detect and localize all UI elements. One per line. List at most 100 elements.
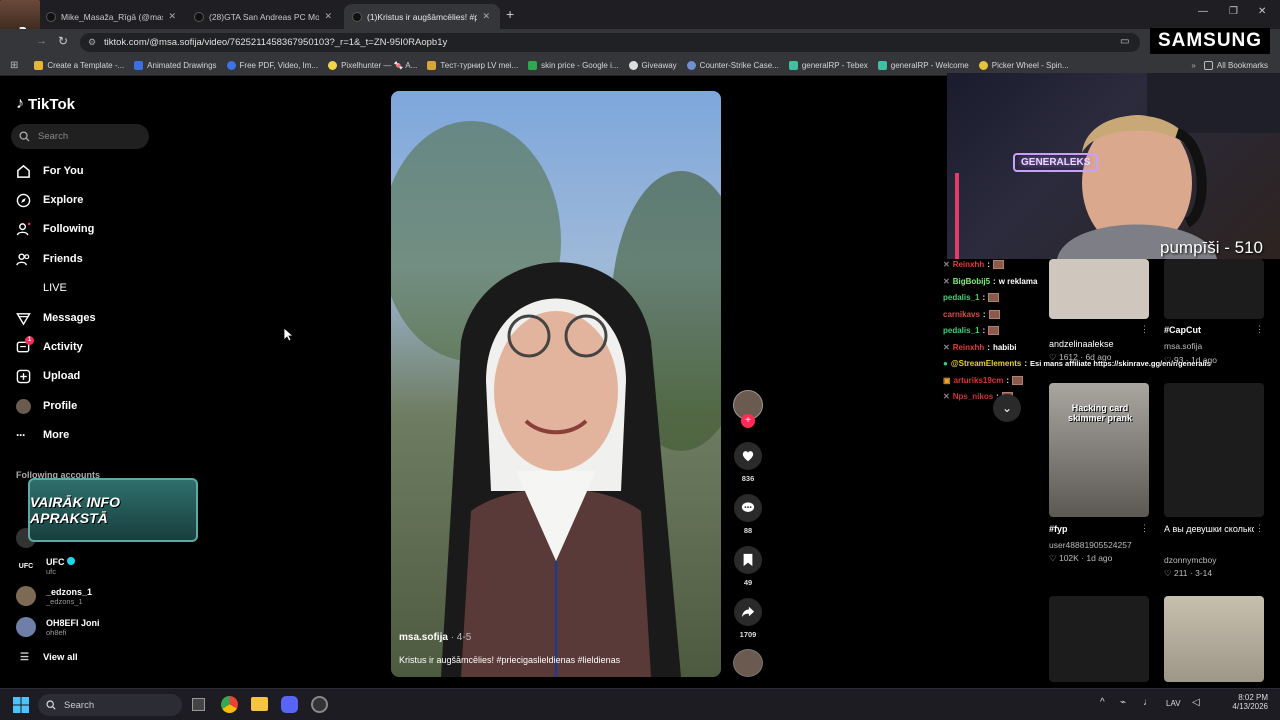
taskbar-search[interactable]: Search (38, 694, 182, 716)
video-caption[interactable]: #fyp (1049, 524, 1139, 534)
video-author[interactable]: user48881905524257 (1049, 540, 1132, 550)
apps-grid-icon[interactable]: ⊞ (10, 60, 18, 71)
bookmark-item[interactable]: generalRP - Welcome (877, 61, 969, 70)
discord-icon[interactable] (281, 696, 298, 713)
all-bookmarks-button[interactable]: All Bookmarks (1203, 61, 1268, 70)
minimize-icon[interactable]: — (1198, 6, 1208, 17)
video-frame-image (391, 121, 721, 677)
comment-icon (741, 502, 755, 512)
save-button[interactable]: 49 (733, 546, 763, 587)
nav-more[interactable]: ··· More (16, 424, 69, 446)
tiktok-logo[interactable]: ♪ TikTok (16, 95, 75, 113)
stream-info-banner: VAIRĀK INFO APRAKSTĀ (28, 478, 198, 542)
more-dots-icon: ··· (16, 428, 26, 442)
share-button[interactable]: 1709 (733, 598, 763, 639)
browser-tab-active[interactable]: (1)Kristus ir augšāmcēlies! #pri ✕ (344, 4, 500, 29)
video-caption[interactable]: andzelinaalekse (1049, 339, 1149, 349)
new-tab-button[interactable]: + (506, 6, 514, 22)
more-options-icon[interactable]: ⋮ (1255, 523, 1264, 534)
search-icon (46, 700, 56, 710)
view-all-button[interactable]: ☰ View all (20, 652, 78, 663)
bookmark-item[interactable]: Create a Template -... (34, 61, 124, 70)
video-thumbnail[interactable] (1049, 596, 1149, 682)
video-stats: ♡ 93 · 1d ago (1164, 355, 1217, 365)
bookmark-item[interactable]: generalRP - Tebex (788, 61, 868, 70)
site-info-icon[interactable]: ⚙ (88, 33, 96, 52)
video-thumbnail[interactable] (1164, 259, 1264, 319)
like-count: 836 (741, 474, 755, 483)
browser-tab[interactable]: (28)GTA San Andreas PC Mods ✕ (186, 4, 342, 29)
close-window-icon[interactable]: ✕ (1258, 6, 1266, 17)
chat-message: ✕ Reinxhh: (943, 260, 1004, 269)
bookmark-item[interactable]: Pixelhunter — 🍬 A... (328, 61, 417, 70)
nav-upload[interactable]: Upload (16, 365, 80, 387)
bookmark-item[interactable]: Counter-Strike Case... (686, 61, 779, 70)
tray-overflow-icon[interactable]: ^ (1100, 697, 1105, 708)
account-name: OH8EFI Joni (46, 617, 100, 628)
video-thumbnail[interactable] (1049, 259, 1149, 319)
tab-close-icon[interactable]: ✕ (168, 11, 176, 22)
bookmark-item[interactable]: Тест-турнир LV mei... (427, 61, 518, 70)
bookmark-item[interactable]: Picker Wheel - Spin... (978, 61, 1069, 70)
bookmark-item[interactable]: Animated Drawings (134, 61, 217, 70)
video-author[interactable]: msa.sofija (1164, 341, 1202, 351)
video-caption[interactable]: А вы девушки сколько хотите,... (1164, 524, 1254, 534)
like-button[interactable]: 836 (733, 442, 763, 483)
tab-close-icon[interactable]: ✕ (482, 11, 490, 22)
cast-icon[interactable]: ▭ (1120, 36, 1129, 47)
bookmark-item[interactable]: Giveaway (628, 61, 677, 70)
browser-tab[interactable]: Mike_Masaža_Rīgā (@masazas_ ✕ (38, 4, 186, 29)
obs-icon[interactable] (311, 696, 328, 713)
video-author-line[interactable]: msa.sofija · 4-5 (399, 632, 471, 643)
chat-user: carnikavs (943, 310, 980, 319)
video-author[interactable]: msa.sofija (399, 632, 448, 643)
more-options-icon[interactable]: ⋮ (1140, 523, 1149, 534)
address-bar[interactable]: ⚙ tiktok.com/@msa.sofija/video/762521145… (80, 33, 1140, 52)
file-explorer-icon[interactable] (251, 697, 268, 711)
nav-friends[interactable]: Friends (16, 248, 83, 270)
network-icon[interactable]: ⌁ (1120, 697, 1126, 708)
speaker-icon[interactable]: ◁ (1192, 697, 1200, 708)
account-item[interactable]: UFC UFC ufc (16, 556, 76, 576)
bookmark-item[interactable]: skin price - Google i... (528, 61, 619, 70)
comment-button[interactable]: 88 (733, 494, 763, 535)
windows-start-icon[interactable] (13, 697, 29, 713)
view-all-label: View all (42, 652, 78, 663)
bookmark-label: Animated Drawings (147, 61, 217, 70)
nav-profile[interactable]: Profile (16, 395, 77, 417)
scroll-down-button[interactable]: ⌄ (993, 394, 1021, 422)
nav-following[interactable]: Following (16, 218, 94, 240)
bookmark-label: Counter-Strike Case... (699, 61, 779, 70)
tab-close-icon[interactable]: ✕ (324, 11, 332, 22)
maximize-icon[interactable]: ❐ (1229, 6, 1238, 17)
task-view-icon[interactable] (192, 698, 205, 711)
video-thumbnail[interactable] (1164, 596, 1264, 682)
nav-explore[interactable]: Explore (16, 189, 83, 211)
nav-live[interactable]: LIVE (16, 277, 67, 299)
video-caption[interactable]: #CapCut (1164, 325, 1264, 335)
music-disc-avatar[interactable] (733, 649, 763, 677)
nav-activity[interactable]: 1 Activity (16, 335, 83, 358)
microphone-icon[interactable]: ♩ (1143, 697, 1153, 708)
video-author[interactable]: dzonnymcboy (1164, 555, 1216, 565)
nav-for-you[interactable]: For You (16, 160, 84, 182)
bookmark-favicon-icon (328, 61, 338, 70)
bookmark-item[interactable]: Free PDF, Video, Im... (226, 61, 318, 70)
account-item[interactable]: OH8EFI Joni oh8efi (16, 617, 100, 637)
follow-plus-icon[interactable]: + (741, 414, 755, 428)
more-options-icon[interactable]: ⋮ (1140, 324, 1149, 335)
bookmarks-overflow-icon[interactable]: » (1191, 61, 1195, 70)
video-thumbnail[interactable] (1164, 383, 1264, 517)
nav-messages[interactable]: Messages (16, 307, 96, 329)
language-indicator[interactable]: LAV (1166, 699, 1181, 708)
account-item[interactable]: _edzons_1 _edzons_1 (16, 586, 92, 606)
video-player[interactable]: msa.sofija · 4-5 Kristus ir augšāmcēlies… (391, 91, 721, 677)
forward-icon[interactable]: → (36, 35, 47, 47)
tiktok-note-icon: ♪ (16, 95, 24, 112)
video-thumbnail[interactable]: Hacking card skimmer prank (1049, 383, 1149, 517)
reload-icon[interactable]: ↻ (58, 34, 68, 48)
clock[interactable]: 8:02 PM 4/13/2026 (1224, 693, 1268, 711)
search-box[interactable]: Search (11, 124, 149, 149)
tab-favicon-icon (46, 11, 56, 22)
chrome-icon[interactable] (221, 696, 238, 713)
